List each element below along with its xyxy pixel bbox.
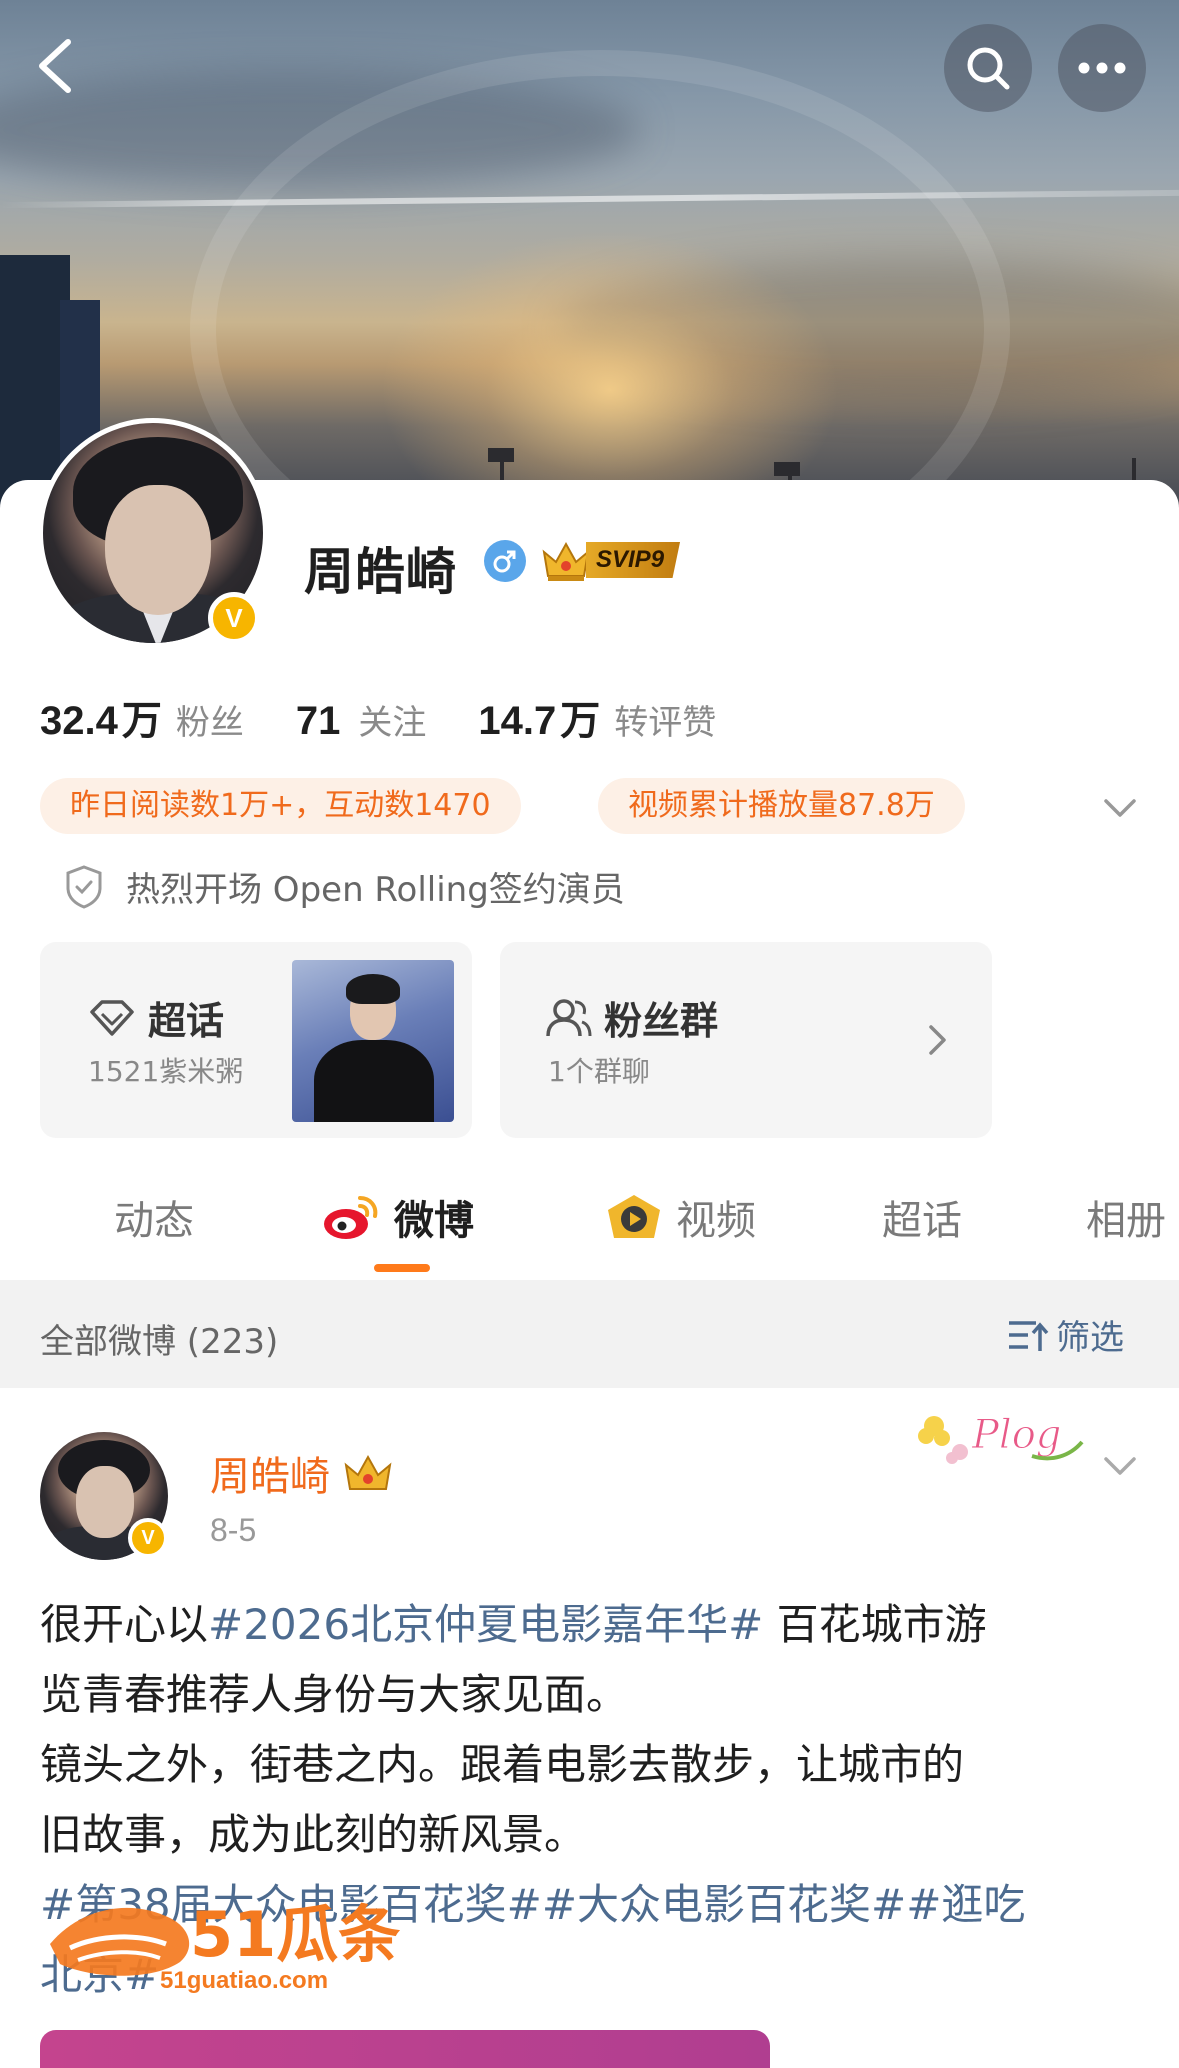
fan-group-title-row: 粉丝群 (544, 990, 718, 1045)
watermark-url: 51guatiao.com (160, 1967, 328, 1994)
post-media-preview[interactable] (40, 2030, 770, 2068)
video-icon (608, 1195, 660, 1238)
more-icon (1078, 62, 1126, 74)
filter-bar: 全部微博 (223) 筛选 (0, 1280, 1179, 1388)
stat-unit: 万 (121, 698, 162, 744)
tab-video[interactable]: 视频 (604, 1188, 756, 1246)
stat-label: 粉丝 (175, 703, 244, 743)
tab-dynamic[interactable]: 动态 (114, 1188, 194, 1246)
profile-tabs: 动态 微博 视频 超话 相册 (0, 1178, 1179, 1274)
post-verified-badge: V (128, 1518, 168, 1558)
certification-text: 热烈开场 Open Rolling签约演员 (126, 870, 625, 910)
chaohua-title-row: 超话 (88, 990, 224, 1045)
post-author[interactable]: 周皓崎 (210, 1444, 396, 1502)
svg-text:Plog: Plog (971, 1412, 1061, 1458)
stat-interactions[interactable]: 14.7 万 转评赞 (478, 688, 716, 746)
stat-number: 14.7 (478, 699, 557, 743)
post-line: 镜头之外，街巷之内。跟着电影去散步，让城市的 (40, 1740, 965, 1789)
tab-weibo-label: 微博 (394, 1198, 474, 1244)
stat-label: 转评赞 (614, 703, 717, 743)
svip-badge[interactable]: SVIP9 (540, 536, 681, 584)
post-line: 览青春推荐人身份与大家见面。 (40, 1670, 629, 1719)
profile-name: 周皓崎 (304, 543, 457, 601)
chevron-down-icon[interactable] (1100, 788, 1140, 828)
stat-unit: 万 (560, 698, 601, 744)
post-line: 很开心以#2026北京仲夏电影嘉年华# 百花城市游 (40, 1600, 987, 1649)
fan-group-sub: 1个群聊 (548, 1055, 650, 1088)
stats-row: 32.4 万 粉丝 71 关注 14.7 万 转评赞 (40, 688, 768, 746)
verified-badge: V (208, 592, 260, 644)
chaohua-cover-image[interactable] (292, 960, 454, 1122)
chevron-right-icon (929, 1025, 946, 1055)
watermark-logo: 51瓜条 51guatiao.com (50, 1898, 400, 1994)
post-date: 8-5 (210, 1512, 257, 1548)
tab-chaohua[interactable]: 超话 (882, 1188, 962, 1246)
weibo-icon (324, 1196, 378, 1239)
tab-video-label: 视频 (676, 1198, 756, 1244)
reading-stats-pill[interactable]: 昨日阅读数1万+，互动数1470 (40, 778, 521, 834)
video-stats-pill[interactable]: 视频累计播放量87.8万 (598, 778, 965, 834)
stat-number: 71 (295, 699, 341, 743)
tab-album[interactable]: 相册 (1086, 1188, 1166, 1246)
more-button[interactable] (1058, 24, 1146, 112)
watermark-brand: 51瓜条 (190, 1898, 400, 1971)
certification-row: 热烈开场 Open Rolling签约演员 (64, 862, 625, 911)
post-line: 旧故事，成为此刻的新风景。 (40, 1810, 587, 1859)
crown-icon (542, 541, 590, 581)
post-menu-chevron-icon[interactable] (1100, 1446, 1140, 1486)
post-count: 全部微博 (223) (40, 1322, 279, 1362)
crown-icon (344, 1454, 392, 1490)
active-tab-indicator (374, 1264, 430, 1272)
shield-icon (66, 864, 102, 909)
stat-following[interactable]: 71 关注 (296, 695, 427, 744)
profile-page: V 周皓崎 SVIP9 32.4 万 粉丝 71 关注 14.7 万 转评赞 昨… (0, 0, 1179, 2068)
male-icon (484, 540, 526, 582)
chaohua-sub: 1521紫米粥 (88, 1055, 244, 1088)
fan-group-title: 粉丝群 (604, 999, 719, 1043)
back-icon[interactable] (30, 36, 80, 96)
stat-label: 关注 (358, 703, 427, 743)
fan-group-card[interactable]: 粉丝群 1个群聊 (500, 942, 992, 1138)
chaohua-title: 超话 (148, 999, 225, 1043)
tab-weibo[interactable]: 微博 (320, 1188, 474, 1246)
svip-label: SVIP9 (586, 542, 681, 578)
diamond-icon (90, 999, 134, 1036)
filter-label: 筛选 (1056, 1318, 1124, 1358)
plog-sticker: Plog (918, 1412, 1084, 1464)
group-icon (546, 998, 592, 1036)
filter-icon (1009, 1320, 1049, 1351)
hashtag-link[interactable]: #2026北京仲夏电影嘉年华# (208, 1600, 763, 1649)
stat-number: 32.4 (40, 699, 118, 743)
search-button[interactable] (944, 24, 1032, 112)
filter-button[interactable]: 筛选 (1006, 1310, 1124, 1359)
stat-fans[interactable]: 32.4 万 粉丝 (40, 688, 244, 746)
post-author-name: 周皓崎 (210, 1454, 330, 1500)
search-icon (967, 47, 1010, 90)
